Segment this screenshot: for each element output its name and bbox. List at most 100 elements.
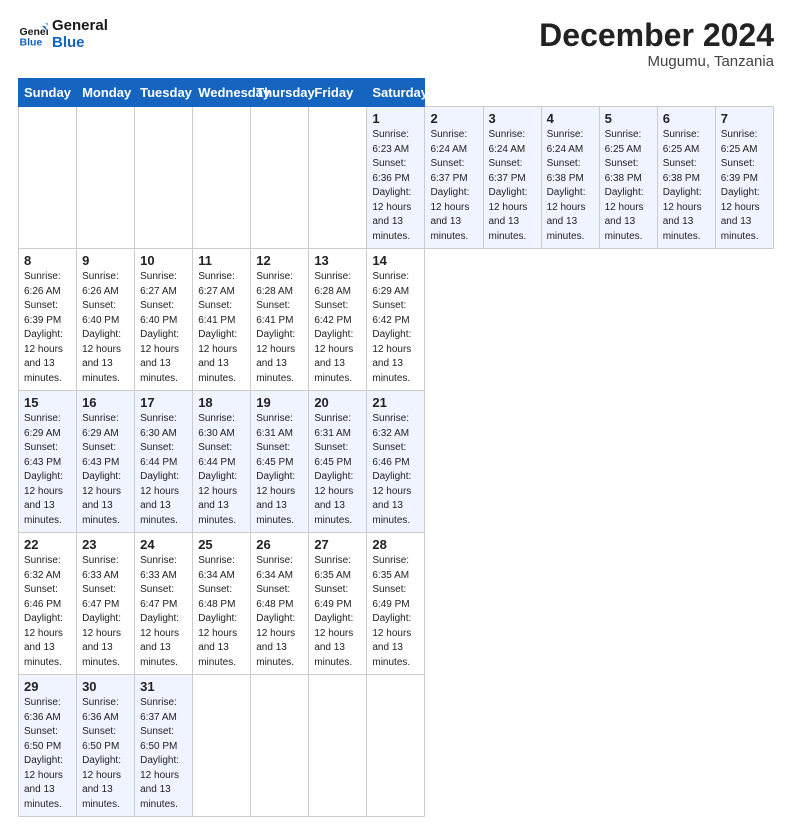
day-number: 1 xyxy=(372,111,419,126)
day-number: 6 xyxy=(663,111,710,126)
day-number: 14 xyxy=(372,253,419,268)
day-info: Sunrise: 6:24 AMSunset: 6:38 PMDaylight:… xyxy=(547,128,594,244)
col-header-monday: Monday xyxy=(77,79,135,107)
day-number: 23 xyxy=(82,537,129,552)
calendar-cell xyxy=(309,107,367,249)
calendar-cell: 16 Sunrise: 6:29 AMSunset: 6:43 PMDayligh… xyxy=(77,391,135,533)
calendar-cell: 15 Sunrise: 6:29 AMSunset: 6:43 PMDayligh… xyxy=(19,391,77,533)
day-number: 11 xyxy=(198,253,245,268)
calendar-cell: 14 Sunrise: 6:29 AMSunset: 6:42 PMDayligh… xyxy=(367,249,425,391)
day-info: Sunrise: 6:28 AMSunset: 6:41 PMDaylight:… xyxy=(256,270,303,386)
calendar-cell: 26 Sunrise: 6:34 AMSunset: 6:48 PMDayligh… xyxy=(251,533,309,675)
calendar-cell xyxy=(251,675,309,817)
calendar-week-3: 15 Sunrise: 6:29 AMSunset: 6:43 PMDayligh… xyxy=(19,391,774,533)
day-info: Sunrise: 6:31 AMSunset: 6:45 PMDaylight:… xyxy=(256,412,303,528)
calendar-cell: 12 Sunrise: 6:28 AMSunset: 6:41 PMDayligh… xyxy=(251,249,309,391)
day-number: 31 xyxy=(140,679,187,694)
logo-icon: General Blue xyxy=(18,20,48,50)
day-info: Sunrise: 6:31 AMSunset: 6:45 PMDaylight:… xyxy=(314,412,361,528)
location: Mugumu, Tanzania xyxy=(539,53,774,70)
page-container: General Blue General Blue December 2024 … xyxy=(0,0,792,827)
calendar-cell: 5 Sunrise: 6:25 AMSunset: 6:38 PMDaylight… xyxy=(599,107,657,249)
day-info: Sunrise: 6:25 AMSunset: 6:38 PMDaylight:… xyxy=(605,128,652,244)
calendar-cell: 27 Sunrise: 6:35 AMSunset: 6:49 PMDayligh… xyxy=(309,533,367,675)
calendar-cell xyxy=(251,107,309,249)
calendar-week-5: 29 Sunrise: 6:36 AMSunset: 6:50 PMDayligh… xyxy=(19,675,774,817)
calendar-cell: 29 Sunrise: 6:36 AMSunset: 6:50 PMDayligh… xyxy=(19,675,77,817)
day-number: 7 xyxy=(721,111,768,126)
col-header-tuesday: Tuesday xyxy=(135,79,193,107)
calendar-cell: 8 Sunrise: 6:26 AMSunset: 6:39 PMDaylight… xyxy=(19,249,77,391)
day-info: Sunrise: 6:32 AMSunset: 6:46 PMDaylight:… xyxy=(372,412,419,528)
logo-general: General xyxy=(52,18,108,35)
day-info: Sunrise: 6:30 AMSunset: 6:44 PMDaylight:… xyxy=(198,412,245,528)
calendar-cell: 23 Sunrise: 6:33 AMSunset: 6:47 PMDayligh… xyxy=(77,533,135,675)
calendar-cell: 13 Sunrise: 6:28 AMSunset: 6:42 PMDayligh… xyxy=(309,249,367,391)
day-info: Sunrise: 6:32 AMSunset: 6:46 PMDaylight:… xyxy=(24,554,71,670)
day-info: Sunrise: 6:26 AMSunset: 6:39 PMDaylight:… xyxy=(24,270,71,386)
day-info: Sunrise: 6:24 AMSunset: 6:37 PMDaylight:… xyxy=(430,128,477,244)
day-info: Sunrise: 6:36 AMSunset: 6:50 PMDaylight:… xyxy=(24,696,71,812)
calendar-cell xyxy=(19,107,77,249)
day-number: 16 xyxy=(82,395,129,410)
header: General Blue General Blue December 2024 … xyxy=(18,18,774,70)
day-info: Sunrise: 6:34 AMSunset: 6:48 PMDaylight:… xyxy=(256,554,303,670)
day-info: Sunrise: 6:35 AMSunset: 6:49 PMDaylight:… xyxy=(314,554,361,670)
day-info: Sunrise: 6:29 AMSunset: 6:42 PMDaylight:… xyxy=(372,270,419,386)
day-number: 13 xyxy=(314,253,361,268)
calendar-cell: 7Sunrise: 6:25 AMSunset: 6:39 PMDaylight… xyxy=(715,107,773,249)
calendar-cell: 11 Sunrise: 6:27 AMSunset: 6:41 PMDayligh… xyxy=(193,249,251,391)
col-header-saturday: Saturday xyxy=(367,79,425,107)
day-info: Sunrise: 6:36 AMSunset: 6:50 PMDaylight:… xyxy=(82,696,129,812)
calendar-cell xyxy=(77,107,135,249)
day-info: Sunrise: 6:25 AMSunset: 6:38 PMDaylight:… xyxy=(663,128,710,244)
calendar-cell: 18 Sunrise: 6:30 AMSunset: 6:44 PMDayligh… xyxy=(193,391,251,533)
calendar-cell: 30 Sunrise: 6:36 AMSunset: 6:50 PMDayligh… xyxy=(77,675,135,817)
calendar-header-row: SundayMondayTuesdayWednesdayThursdayFrid… xyxy=(19,79,774,107)
calendar-cell: 24 Sunrise: 6:33 AMSunset: 6:47 PMDayligh… xyxy=(135,533,193,675)
month-title: December 2024 xyxy=(539,18,774,53)
day-number: 18 xyxy=(198,395,245,410)
logo: General Blue General Blue xyxy=(18,18,108,51)
calendar-cell xyxy=(135,107,193,249)
calendar-cell: 25Sunrise: 6:34 AMSunset: 6:48 PMDayligh… xyxy=(193,533,251,675)
calendar-week-1: 1Sunrise: 6:23 AMSunset: 6:36 PMDaylight… xyxy=(19,107,774,249)
day-number: 28 xyxy=(372,537,419,552)
day-info: Sunrise: 6:33 AMSunset: 6:47 PMDaylight:… xyxy=(140,554,187,670)
day-number: 4 xyxy=(547,111,594,126)
day-number: 22 xyxy=(24,537,71,552)
day-number: 19 xyxy=(256,395,303,410)
day-info: Sunrise: 6:28 AMSunset: 6:42 PMDaylight:… xyxy=(314,270,361,386)
day-number: 26 xyxy=(256,537,303,552)
day-info: Sunrise: 6:27 AMSunset: 6:40 PMDaylight:… xyxy=(140,270,187,386)
calendar-cell xyxy=(367,675,425,817)
day-info: Sunrise: 6:27 AMSunset: 6:41 PMDaylight:… xyxy=(198,270,245,386)
calendar-cell: 22 Sunrise: 6:32 AMSunset: 6:46 PMDayligh… xyxy=(19,533,77,675)
day-number: 29 xyxy=(24,679,71,694)
calendar-cell xyxy=(193,675,251,817)
day-info: Sunrise: 6:24 AMSunset: 6:37 PMDaylight:… xyxy=(489,128,536,244)
day-number: 27 xyxy=(314,537,361,552)
day-number: 25 xyxy=(198,537,245,552)
calendar-cell: 6 Sunrise: 6:25 AMSunset: 6:38 PMDaylight… xyxy=(657,107,715,249)
day-info: Sunrise: 6:33 AMSunset: 6:47 PMDaylight:… xyxy=(82,554,129,670)
calendar-cell: 17Sunrise: 6:30 AMSunset: 6:44 PMDayligh… xyxy=(135,391,193,533)
col-header-wednesday: Wednesday xyxy=(193,79,251,107)
day-number: 24 xyxy=(140,537,187,552)
day-number: 20 xyxy=(314,395,361,410)
day-number: 5 xyxy=(605,111,652,126)
day-number: 15 xyxy=(24,395,71,410)
day-info: Sunrise: 6:29 AMSunset: 6:43 PMDaylight:… xyxy=(24,412,71,528)
day-info: Sunrise: 6:29 AMSunset: 6:43 PMDaylight:… xyxy=(82,412,129,528)
day-number: 9 xyxy=(82,253,129,268)
day-info: Sunrise: 6:35 AMSunset: 6:49 PMDaylight:… xyxy=(372,554,419,670)
calendar-cell: 3Sunrise: 6:24 AMSunset: 6:37 PMDaylight… xyxy=(483,107,541,249)
title-block: December 2024 Mugumu, Tanzania xyxy=(539,18,774,70)
day-number: 8 xyxy=(24,253,71,268)
calendar-table: SundayMondayTuesdayWednesdayThursdayFrid… xyxy=(18,78,774,817)
calendar-cell: 28 Sunrise: 6:35 AMSunset: 6:49 PMDayligh… xyxy=(367,533,425,675)
calendar-cell: 20 Sunrise: 6:31 AMSunset: 6:45 PMDayligh… xyxy=(309,391,367,533)
day-number: 30 xyxy=(82,679,129,694)
day-number: 12 xyxy=(256,253,303,268)
col-header-thursday: Thursday xyxy=(251,79,309,107)
